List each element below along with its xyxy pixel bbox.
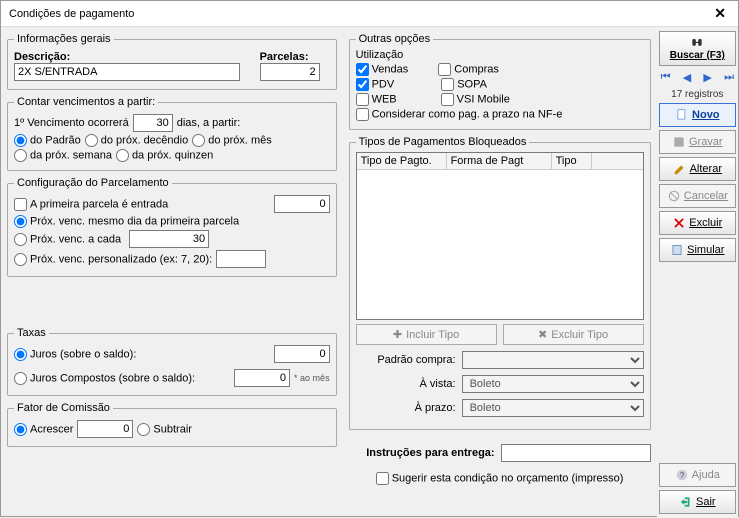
radio-acrescer[interactable]: Acrescer bbox=[14, 423, 73, 436]
nav-next-icon[interactable]: ▶ bbox=[703, 71, 711, 84]
primeiro-label-b: dias, a partir: bbox=[177, 117, 241, 129]
cancel-icon bbox=[667, 189, 681, 203]
group-parcelamento: Configuração do Parcelamento A primeira … bbox=[7, 177, 337, 277]
group-informacoes: Informações gerais Descrição: Parcelas: bbox=[7, 33, 337, 90]
grid-col-2: Forma de Pagt bbox=[447, 153, 552, 169]
gravar-button[interactable]: Gravar bbox=[659, 130, 736, 154]
nav-prev-icon[interactable]: ◀ bbox=[683, 71, 691, 84]
tipos-grid[interactable]: Tipo de Pagto. Forma de Pagt Tipo bbox=[356, 152, 644, 320]
buscar-button[interactable]: Buscar (F3) bbox=[659, 31, 736, 66]
ajuda-button[interactable]: ? Ajuda bbox=[659, 463, 736, 487]
nav-first-icon[interactable]: ⏮ bbox=[661, 71, 671, 84]
nav-last-icon[interactable]: ⏭ bbox=[724, 71, 734, 84]
edit-icon bbox=[673, 162, 687, 176]
plus-icon: ✚ bbox=[393, 328, 402, 341]
instr-label: Instruções para entrega: bbox=[349, 447, 495, 459]
save-icon bbox=[672, 135, 686, 149]
padrao-compra-label: Padrão compra: bbox=[356, 354, 456, 366]
group-fator: Fator de Comissão Acrescer Subtrair bbox=[7, 402, 337, 447]
nav-arrows: ⏮ ◀ ▶ ⏭ bbox=[659, 69, 736, 86]
ao-mes-note: * ao mês bbox=[294, 373, 330, 383]
help-icon: ? bbox=[675, 468, 689, 482]
window-title: Condições de pagamento bbox=[9, 8, 134, 20]
binoculars-icon bbox=[690, 36, 704, 50]
btn-incluir-tipo[interactable]: ✚ Incluir Tipo bbox=[356, 324, 497, 345]
registros-label: 17 registros bbox=[659, 89, 736, 100]
group-tipos: Tipos de Pagamentos Bloqueados Tipo de P… bbox=[349, 136, 651, 430]
new-icon bbox=[675, 108, 689, 122]
chk-compras[interactable]: Compras bbox=[438, 63, 499, 76]
delete-icon bbox=[672, 216, 686, 230]
sair-button[interactable]: Sair bbox=[659, 490, 736, 514]
cancelar-button[interactable]: Cancelar bbox=[659, 184, 736, 208]
group-parcel-legend: Configuração do Parcelamento bbox=[14, 177, 172, 189]
radio-prox-decendio[interactable]: do próx. decêndio bbox=[85, 134, 188, 147]
padrao-compra-select[interactable] bbox=[462, 351, 644, 369]
chk-prazo-nfe[interactable]: Considerar como pag. a prazo na NF-e bbox=[356, 108, 563, 121]
x-icon: ✖ bbox=[538, 328, 547, 341]
alterar-button[interactable]: Alterar bbox=[659, 157, 736, 181]
group-tipos-legend: Tipos de Pagamentos Bloqueados bbox=[356, 136, 530, 148]
instr-input[interactable] bbox=[501, 444, 651, 462]
group-taxas: Taxas Juros (sobre o saldo): Juros Compo… bbox=[7, 327, 337, 396]
chk-vsi[interactable]: VSI Mobile bbox=[441, 93, 510, 106]
radio-prox-quinzen[interactable]: da próx. quinzen bbox=[116, 149, 213, 162]
radio-juros[interactable]: Juros (sobre o saldo): bbox=[14, 348, 136, 361]
group-outras-legend: Outras opções bbox=[356, 33, 434, 45]
primeira-entrada-input[interactable] bbox=[274, 195, 330, 213]
descricao-input[interactable] bbox=[14, 63, 240, 81]
utilizacao-label: Utilização bbox=[356, 49, 644, 61]
fator-input[interactable] bbox=[77, 420, 133, 438]
radio-prox-mes[interactable]: do próx. mês bbox=[192, 134, 272, 147]
a-prazo-label: À prazo: bbox=[356, 402, 456, 414]
radio-mesmo-dia[interactable]: Próx. venc. mesmo dia da primeira parcel… bbox=[14, 215, 239, 228]
group-fator-legend: Fator de Comissão bbox=[14, 402, 113, 414]
radio-juros-comp[interactable]: Juros Compostos (sobre o saldo): bbox=[14, 372, 195, 385]
radio-personalizado[interactable]: Próx. venc. personalizado (ex: 7, 20): bbox=[14, 253, 212, 266]
parcelas-label: Parcelas: bbox=[260, 51, 309, 63]
buscar-label: Buscar (F3) bbox=[670, 50, 725, 61]
descricao-label: Descrição: bbox=[14, 51, 70, 63]
chk-pdv[interactable]: PDV bbox=[356, 78, 395, 91]
chk-sopa[interactable]: SOPA bbox=[441, 78, 487, 91]
group-outras: Outras opções Utilização Vendas Compras … bbox=[349, 33, 651, 130]
svg-text:?: ? bbox=[679, 471, 684, 480]
a-vista-label: À vista: bbox=[356, 378, 456, 390]
group-taxas-legend: Taxas bbox=[14, 327, 49, 339]
group-contar: Contar vencimentos a partir: 1º Vencimen… bbox=[7, 96, 337, 171]
simular-button[interactable]: Simular bbox=[659, 238, 736, 262]
grid-col-1: Tipo de Pagto. bbox=[357, 153, 447, 169]
radio-prox-semana[interactable]: da próx. semana bbox=[14, 149, 112, 162]
radio-padrao[interactable]: do Padrão bbox=[14, 134, 81, 147]
close-icon[interactable]: ✕ bbox=[710, 5, 730, 22]
primeiro-label-a: 1º Vencimento ocorrerá bbox=[14, 117, 129, 129]
juros-comp-input[interactable] bbox=[234, 369, 290, 387]
simulate-icon bbox=[670, 243, 684, 257]
exit-icon bbox=[679, 495, 693, 509]
group-informacoes-legend: Informações gerais bbox=[14, 33, 114, 45]
chk-sugerir[interactable]: Sugerir esta condição no orçamento (impr… bbox=[376, 472, 624, 485]
group-contar-legend: Contar vencimentos a partir: bbox=[14, 96, 158, 108]
primeiro-dias-input[interactable] bbox=[133, 114, 173, 132]
a-cada-input[interactable] bbox=[129, 230, 209, 248]
chk-web[interactable]: WEB bbox=[356, 93, 397, 106]
grid-col-3: Tipo bbox=[552, 153, 592, 169]
personalizado-input[interactable] bbox=[216, 250, 266, 268]
a-prazo-select[interactable]: Boleto bbox=[462, 399, 644, 417]
chk-vendas[interactable]: Vendas bbox=[356, 63, 409, 76]
excluir-button[interactable]: Excluir bbox=[659, 211, 736, 235]
radio-a-cada[interactable]: Próx. venc. a cada bbox=[14, 233, 121, 246]
juros-input[interactable] bbox=[274, 345, 330, 363]
novo-button[interactable]: Novo bbox=[659, 103, 736, 127]
parcelas-input[interactable] bbox=[260, 63, 320, 81]
radio-subtrair[interactable]: Subtrair bbox=[137, 423, 192, 436]
a-vista-select[interactable]: Boleto bbox=[462, 375, 644, 393]
chk-primeira-entrada[interactable]: A primeira parcela é entrada bbox=[14, 198, 168, 211]
btn-excluir-tipo[interactable]: ✖ Excluir Tipo bbox=[503, 324, 644, 345]
